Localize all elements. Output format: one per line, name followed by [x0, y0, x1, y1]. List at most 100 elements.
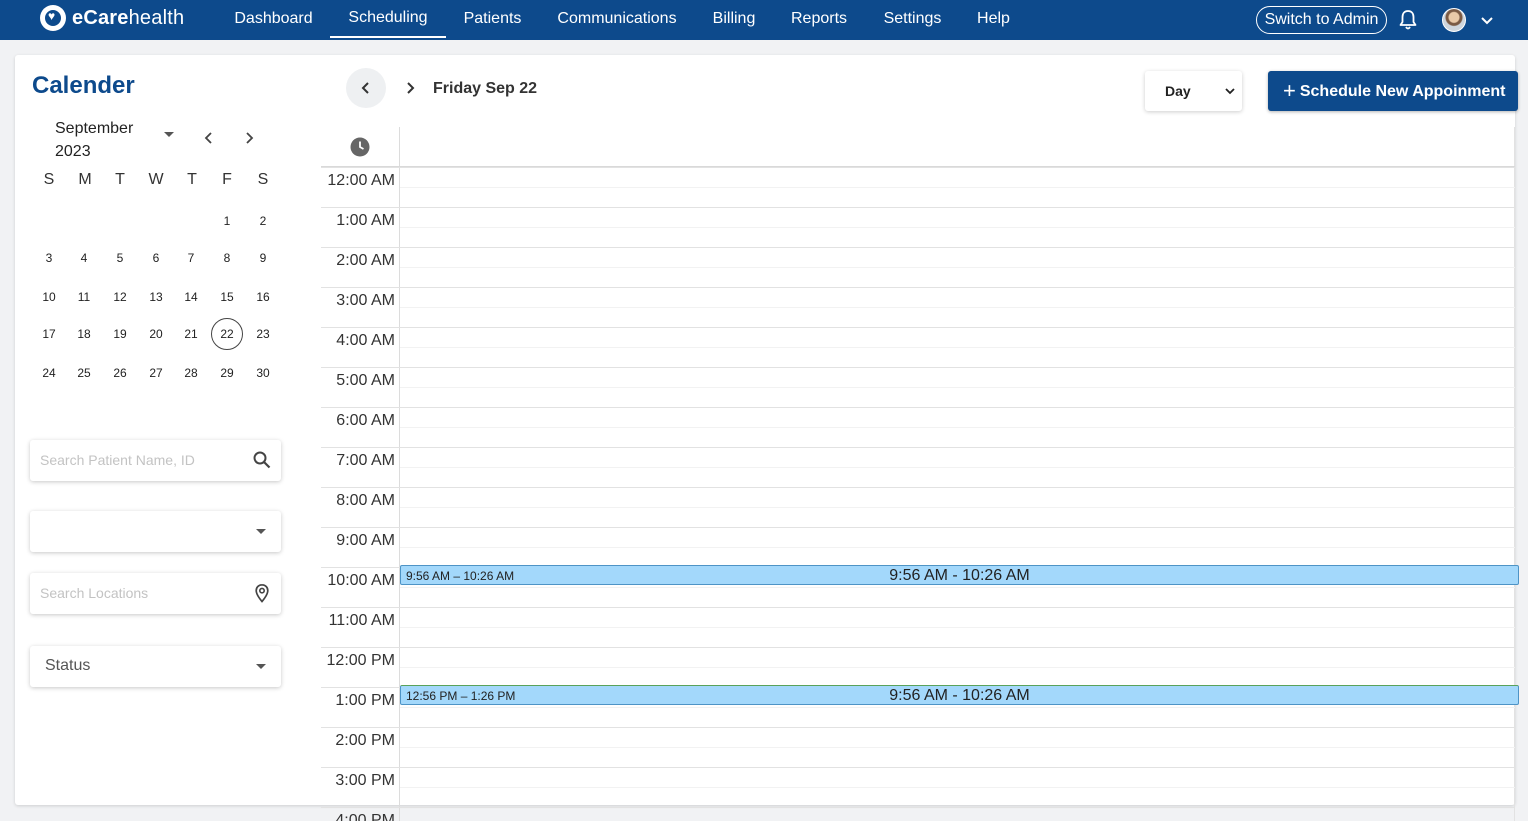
hour-row[interactable]: 11:00 AM — [321, 607, 1515, 647]
calendar-day[interactable]: 26 — [104, 357, 136, 389]
half-hour-gridline — [400, 747, 1515, 748]
user-avatar[interactable] — [1442, 8, 1466, 32]
hour-row[interactable]: 12:00 PM — [321, 647, 1515, 687]
calendar-day[interactable]: 15 — [211, 281, 243, 313]
nav-communications[interactable]: Communications — [557, 0, 677, 38]
calendar-day[interactable]: 14 — [175, 281, 207, 313]
appointment-event[interactable]: 12:56 PM – 1:26 PM 9:56 AM - 10:26 AM — [400, 685, 1519, 705]
hour-row[interactable]: 7:00 AM — [321, 447, 1515, 487]
hour-label: 4:00 PM — [335, 812, 395, 821]
hour-row[interactable]: 12:00 AM — [321, 167, 1515, 207]
provider-select[interactable] — [30, 511, 281, 552]
view-mode-select[interactable]: Day — [1145, 71, 1242, 111]
plus-icon: + — [1283, 78, 1296, 103]
hour-row[interactable]: 5:00 AM — [321, 367, 1515, 407]
hour-label: 1:00 AM — [336, 212, 395, 229]
hour-row[interactable]: 4:00 PM — [321, 807, 1515, 821]
hour-gridline — [321, 407, 1515, 408]
half-hour-gridline — [400, 427, 1515, 428]
nav-settings[interactable]: Settings — [883, 0, 942, 38]
calendar-day[interactable]: 20 — [140, 318, 172, 350]
calendar-day[interactable]: 2 — [247, 205, 279, 237]
hour-row[interactable]: 3:00 PM — [321, 767, 1515, 807]
hour-label: 7:00 AM — [336, 452, 395, 469]
location-search-input[interactable] — [40, 583, 240, 603]
nav-billing[interactable]: Billing — [712, 0, 756, 38]
calendar-day[interactable]: 9 — [247, 242, 279, 274]
search-icon[interactable] — [252, 450, 272, 470]
calendar-day[interactable]: 17 — [33, 318, 65, 350]
hour-gridline — [321, 447, 1515, 448]
next-month-icon[interactable] — [239, 128, 259, 148]
calendar-day[interactable]: 12 — [104, 281, 136, 313]
half-hour-gridline — [400, 787, 1515, 788]
half-hour-gridline — [400, 667, 1515, 668]
half-hour-gridline — [400, 547, 1515, 548]
calendar-day[interactable]: 16 — [247, 281, 279, 313]
calendar-day[interactable]: 24 — [33, 357, 65, 389]
nav-dashboard[interactable]: Dashboard — [234, 0, 313, 38]
patient-search-input[interactable] — [40, 450, 240, 470]
prev-month-icon[interactable] — [199, 128, 219, 148]
nav-reports[interactable]: Reports — [790, 0, 848, 38]
half-hour-gridline — [400, 627, 1515, 628]
calendar-day[interactable]: 11 — [68, 281, 100, 313]
calendar-day[interactable]: 10 — [33, 281, 65, 313]
caret-down-icon — [256, 529, 266, 534]
patient-search-field[interactable] — [30, 440, 281, 481]
location-search-field[interactable] — [30, 573, 281, 614]
chevron-down-icon[interactable] — [1479, 12, 1495, 28]
calendar-day[interactable]: 25 — [68, 357, 100, 389]
month-year-selector[interactable]: September 2023 — [55, 117, 155, 163]
hour-row[interactable]: 3:00 AM — [321, 287, 1515, 327]
calendar-day[interactable]: 13 — [140, 281, 172, 313]
caret-down-icon[interactable] — [164, 132, 174, 137]
hour-row[interactable]: 4:00 AM — [321, 327, 1515, 367]
appointment-event[interactable]: 9:56 AM – 10:26 AM 9:56 AM - 10:26 AM — [400, 565, 1519, 585]
calendar-day-selected[interactable]: 22 — [211, 318, 243, 350]
nav-patients[interactable]: Patients — [463, 0, 522, 38]
hour-row[interactable]: 2:00 AM — [321, 247, 1515, 287]
calendar-day[interactable]: 18 — [68, 318, 100, 350]
next-day-button[interactable] — [400, 78, 420, 98]
calendar-day[interactable]: 29 — [211, 357, 243, 389]
calendar-day[interactable]: 5 — [104, 242, 136, 274]
calendar-day[interactable]: 27 — [140, 357, 172, 389]
hour-row[interactable]: 8:00 AM — [321, 487, 1515, 527]
hour-row[interactable]: 2:00 PM — [321, 727, 1515, 767]
switch-to-admin-button[interactable]: Switch to Admin — [1256, 6, 1387, 34]
hour-label: 5:00 AM — [336, 372, 395, 389]
calendar-day[interactable]: 8 — [211, 242, 243, 274]
calendar-day[interactable]: 23 — [247, 318, 279, 350]
half-hour-gridline — [400, 707, 1515, 708]
hour-row[interactable]: 1:00 AM — [321, 207, 1515, 247]
half-hour-gridline — [400, 227, 1515, 228]
weekday-header: S — [257, 171, 269, 188]
hour-row[interactable]: 9:00 AM — [321, 527, 1515, 567]
bell-icon[interactable] — [1398, 9, 1418, 31]
calendar-day[interactable]: 19 — [104, 318, 136, 350]
calendar-day[interactable]: 21 — [175, 318, 207, 350]
location-pin-icon[interactable] — [252, 583, 272, 603]
hour-label: 12:00 PM — [326, 652, 395, 669]
calendar-day[interactable]: 28 — [175, 357, 207, 389]
calendar-day[interactable]: 6 — [140, 242, 172, 274]
half-hour-gridline — [400, 587, 1515, 588]
calendar-day[interactable]: 4 — [68, 242, 100, 274]
calendar-day[interactable]: 3 — [33, 242, 65, 274]
brand-logo[interactable]: eCarehealth — [40, 4, 184, 32]
brand-name-thin: health — [128, 6, 185, 29]
status-select[interactable]: Status — [30, 646, 281, 687]
weekday-header: W — [148, 171, 164, 188]
calendar-day[interactable]: 30 — [247, 357, 279, 389]
schedule-new-appointment-button[interactable]: + Schedule New Appoinment — [1268, 71, 1518, 111]
nav-help[interactable]: Help — [976, 0, 1011, 38]
calendar-day[interactable]: 7 — [175, 242, 207, 274]
hour-label: 9:00 AM — [336, 532, 395, 549]
hour-gridline — [321, 607, 1515, 608]
half-hour-gridline — [400, 387, 1515, 388]
calendar-day[interactable]: 1 — [211, 205, 243, 237]
hour-row[interactable]: 6:00 AM — [321, 407, 1515, 447]
nav-scheduling[interactable]: Scheduling — [330, 0, 446, 38]
prev-day-button[interactable] — [346, 68, 386, 108]
